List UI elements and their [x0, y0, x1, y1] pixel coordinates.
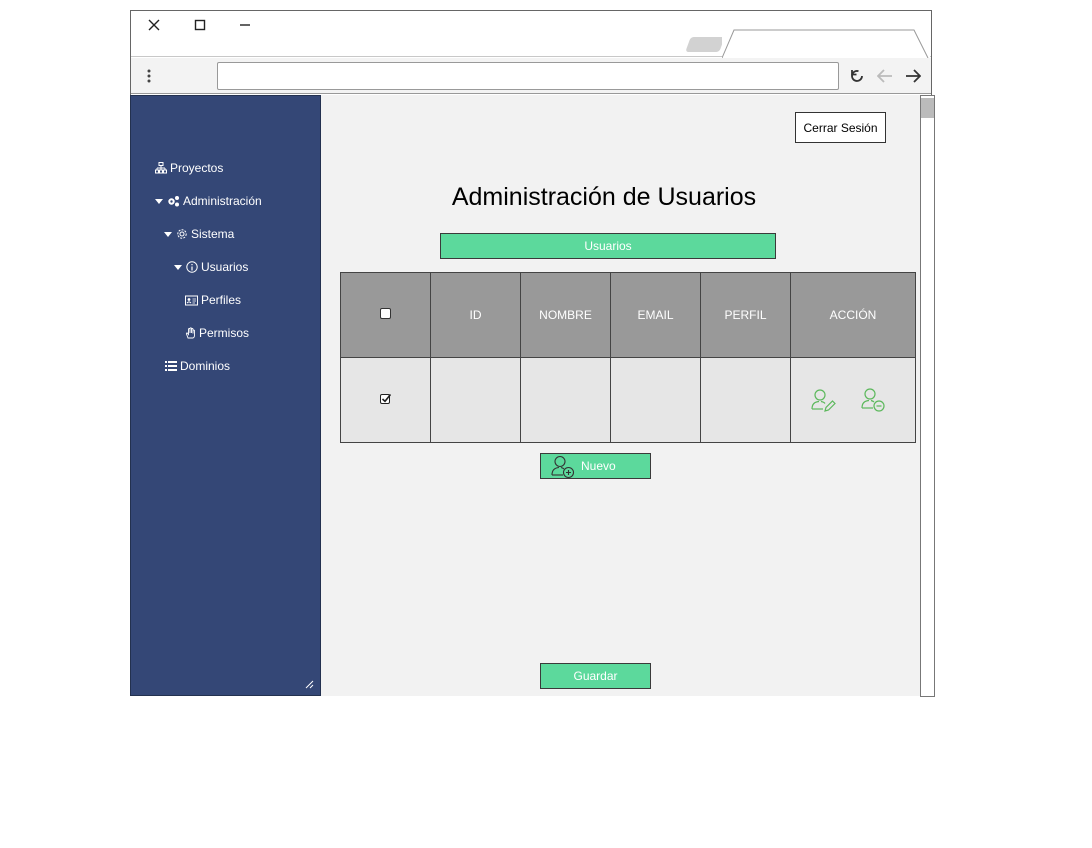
id-card-icon [185, 295, 198, 305]
column-header-select [340, 272, 431, 358]
back-icon [877, 69, 892, 83]
info-circle-icon [186, 261, 198, 273]
cell-email [610, 357, 701, 443]
close-window-button[interactable] [144, 15, 164, 35]
save-button[interactable]: Guardar [540, 663, 651, 689]
sidebar-item-proyectos[interactable]: Proyectos [155, 160, 223, 176]
minimize-icon [240, 24, 250, 26]
cell-perfil [700, 357, 791, 443]
column-header-accion: ACCIÓN [790, 272, 916, 358]
caret-down-icon[interactable] [174, 264, 182, 270]
menu-dots-icon [147, 69, 151, 83]
sidebar-item-label: Usuarios [201, 260, 249, 274]
table-row [340, 357, 916, 443]
scrollbar-thumb[interactable] [921, 98, 934, 118]
forward-icon [906, 69, 921, 83]
section-header-usuarios: Usuarios [440, 233, 776, 259]
menu-button[interactable] [138, 65, 160, 87]
minimize-window-button[interactable] [235, 15, 255, 35]
sidebar-item-label: Proyectos [170, 161, 224, 175]
column-header-email: EMAIL [610, 272, 701, 358]
address-bar-input[interactable] [217, 62, 839, 90]
cell-id [430, 357, 521, 443]
new-user-label: Nuevo [581, 459, 616, 473]
close-icon [148, 19, 160, 31]
resize-handle-icon[interactable] [304, 679, 314, 689]
column-header-nombre: NOMBRE [520, 272, 611, 358]
select-all-checkbox[interactable] [380, 308, 391, 319]
table-header-row: ID NOMBRE EMAIL PERFIL ACCIÓN [340, 272, 916, 358]
gears-icon [168, 196, 179, 207]
new-user-button[interactable]: Nuevo [540, 453, 651, 479]
logout-button[interactable]: Cerrar Sesión [795, 112, 886, 143]
maximize-icon [194, 19, 206, 31]
reload-button[interactable] [846, 65, 868, 87]
add-user-icon [551, 455, 575, 478]
sidebar-item-label: Permisos [199, 326, 250, 340]
new-tab-button[interactable] [685, 37, 725, 52]
column-header-perfil: PERFIL [700, 272, 791, 358]
gear-icon [177, 229, 187, 239]
sidebar-item-label: Perfiles [201, 293, 242, 307]
remove-user-icon [861, 388, 885, 412]
sidebar-item-administracion[interactable]: Administración [155, 193, 262, 209]
browser-tab[interactable] [722, 29, 930, 58]
list-icon [165, 361, 177, 371]
sidebar-item-sistema[interactable]: Sistema [164, 226, 234, 242]
sidebar-item-perfiles[interactable]: Perfiles [185, 292, 241, 308]
sidebar-item-permisos[interactable]: Permisos [185, 325, 249, 341]
edit-user-icon [811, 389, 836, 412]
caret-down-icon[interactable] [155, 198, 163, 204]
sitemap-icon [155, 162, 167, 174]
hand-icon [185, 327, 195, 339]
edit-user-button[interactable] [810, 387, 836, 413]
sidebar-item-label: Sistema [191, 227, 235, 241]
cell-accion [790, 357, 916, 443]
remove-user-button[interactable] [860, 387, 886, 413]
cell-nombre [520, 357, 611, 443]
back-button[interactable] [874, 65, 896, 87]
checked-checkbox-icon[interactable] [380, 393, 392, 404]
sidebar-item-label: Dominios [180, 359, 231, 373]
forward-button[interactable] [902, 65, 924, 87]
sidebar-item-label: Administración [183, 194, 262, 208]
sidebar-item-dominios[interactable]: Dominios [165, 358, 230, 374]
sidebar-item-usuarios[interactable]: Usuarios [174, 259, 248, 275]
page-title: Administración de Usuarios [451, 183, 757, 211]
maximize-window-button[interactable] [190, 15, 210, 35]
users-table: ID NOMBRE EMAIL PERFIL ACCIÓN [340, 272, 916, 443]
reload-icon [851, 70, 863, 82]
caret-down-icon[interactable] [164, 231, 172, 237]
sidebar [130, 95, 321, 696]
vertical-scrollbar[interactable] [920, 95, 935, 697]
column-header-id: ID [430, 272, 521, 358]
row-select-cell [340, 357, 431, 443]
